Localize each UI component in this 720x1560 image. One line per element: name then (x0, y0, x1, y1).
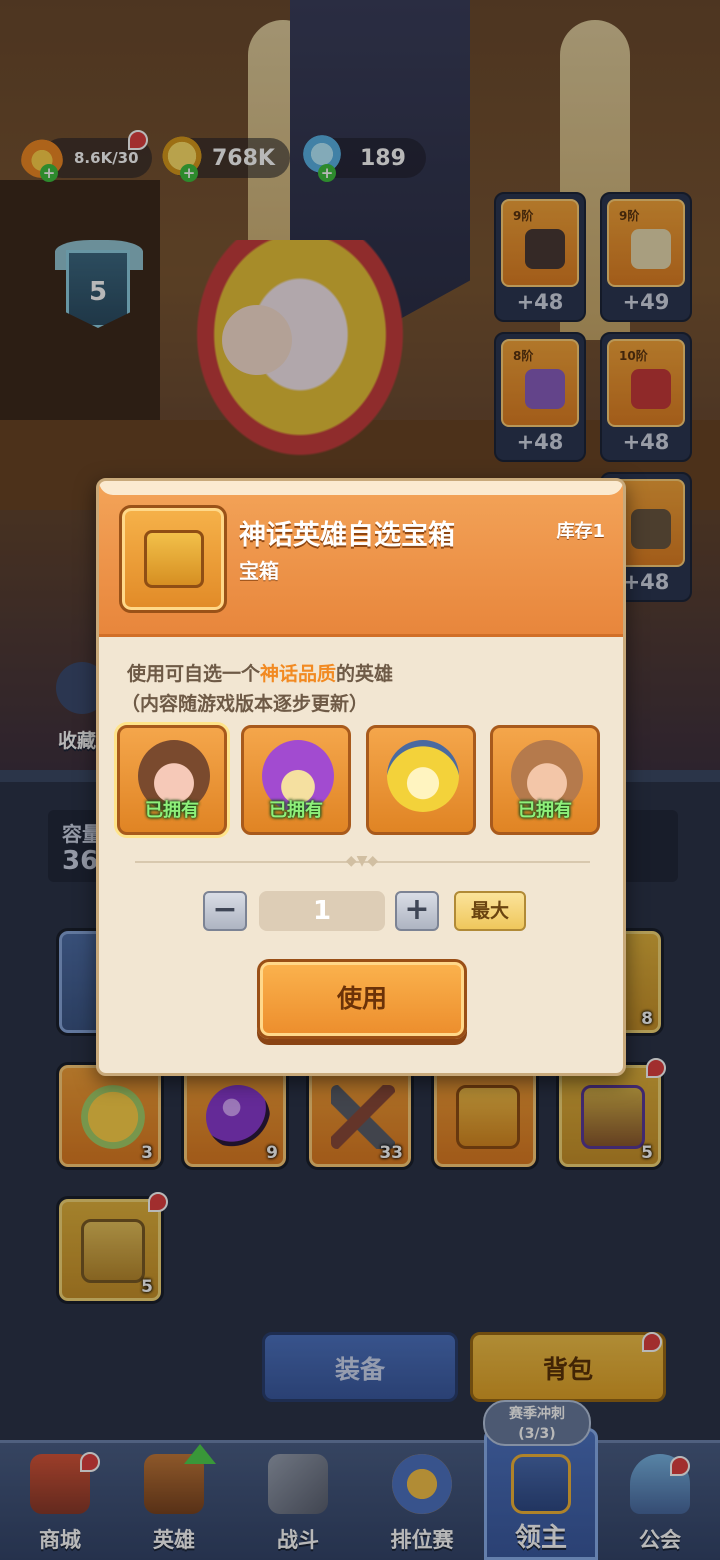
hero-option[interactable] (366, 725, 476, 835)
desc-prefix: 使用可自选一个 (127, 663, 261, 685)
item-description-note: （内容随游戏版本逐步更新） (121, 693, 369, 715)
owned-tag: 已拥有 (269, 800, 323, 821)
desc-highlight: 神话品质 (260, 663, 337, 685)
chest-dialog: 神话英雄自选宝箱 宝箱 库存1 使用可自选一个神话品质的英雄 （内容随游戏版本逐… (96, 478, 626, 1076)
quantity-field[interactable]: 1 (259, 891, 385, 931)
max-button[interactable]: 最大 (454, 891, 526, 931)
item-description: 使用可自选一个神话品质的英雄 (127, 659, 393, 686)
desc-suffix: 的英雄 (336, 663, 394, 685)
item-title: 神话英雄自选宝箱 (239, 520, 455, 551)
use-button[interactable]: 使用 (257, 959, 467, 1039)
increase-button[interactable]: + (395, 891, 439, 931)
hero-option[interactable]: 已拥有 (490, 725, 600, 835)
chest-icon (144, 530, 204, 588)
item-icon-frame (119, 505, 227, 613)
divider-ornament-icon: ◆▼◆ (345, 853, 379, 869)
owned-tag: 已拥有 (518, 800, 572, 821)
header-trim (99, 481, 623, 495)
dialog-header: 神话英雄自选宝箱 宝箱 库存1 (99, 481, 623, 637)
item-stock: 库存1 (556, 521, 605, 542)
owned-tag: 已拥有 (145, 800, 199, 821)
decrease-button[interactable]: − (203, 891, 247, 931)
lightning-hero-icon (387, 740, 459, 812)
hero-option[interactable]: 已拥有 (241, 725, 351, 835)
hero-option[interactable]: 已拥有 (117, 725, 227, 835)
item-type: 宝箱 (239, 559, 279, 583)
